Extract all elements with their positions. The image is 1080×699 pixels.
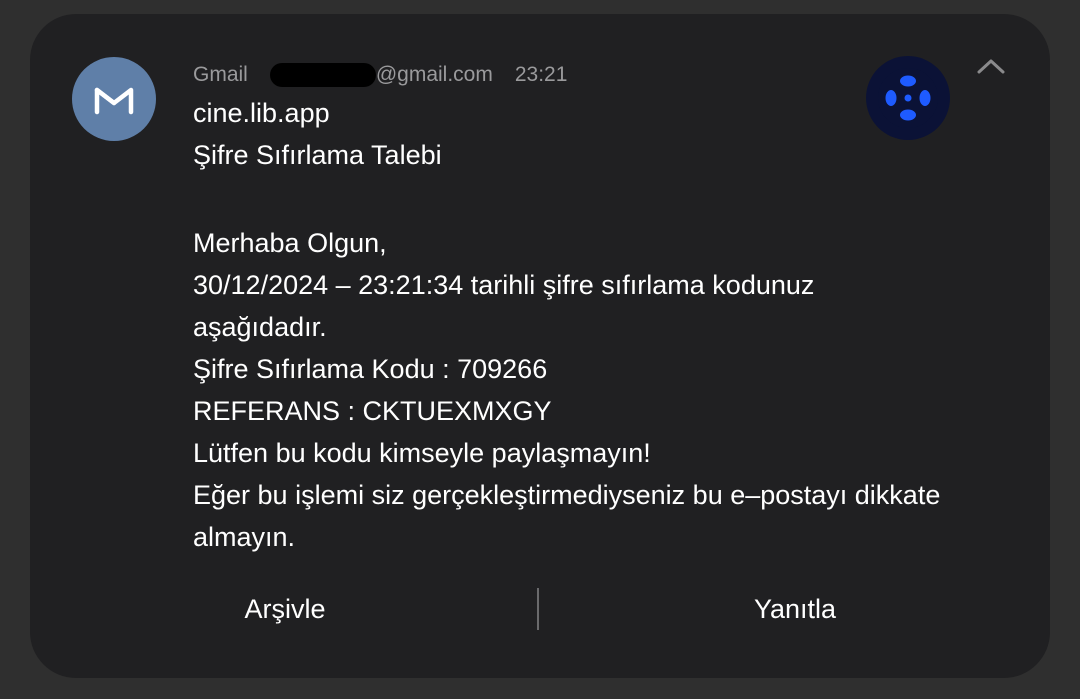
collapse-button[interactable] [973, 54, 1009, 78]
body-line: aşağıdadır. [193, 312, 327, 342]
body-line: Eğer bu işlemi siz gerçekleştirmediyseni… [193, 480, 941, 510]
actions-divider [537, 588, 539, 630]
app-name: Gmail [193, 63, 248, 86]
redacted-email-local-part [269, 63, 376, 87]
film-reel-icon [878, 68, 938, 128]
email-body: Merhaba Olgun, 30/12/2024 – 23:21:34 tar… [193, 222, 1013, 558]
notification-card[interactable]: Gmail @gmail.com 23:21 cine.lib.app Şifr… [30, 14, 1050, 678]
body-line: almayın. [193, 522, 296, 552]
notification-meta: Gmail @gmail.com 23:21 [193, 62, 567, 88]
reply-button[interactable]: Yanıtla [670, 582, 920, 636]
sender-name: cine.lib.app [193, 98, 330, 128]
account-email: @gmail.com [375, 63, 493, 86]
cine-lib-app-icon [866, 56, 950, 140]
notification-actions: Arşivle Yanıtla [30, 582, 1050, 636]
email-subject: Şifre Sıfırlama Talebi [193, 140, 442, 170]
archive-button[interactable]: Arşivle [160, 582, 410, 636]
body-line: Şifre Sıfırlama Kodu : 709266 [193, 354, 548, 384]
body-line: Merhaba Olgun, [193, 228, 387, 258]
chevron-up-icon [977, 59, 1005, 74]
notification-time: 23:21 [514, 63, 568, 86]
gmail-avatar [72, 57, 156, 141]
body-line: 30/12/2024 – 23:21:34 tarihli şifre sıfı… [193, 270, 815, 300]
body-line: REFERANS : CKTUEXMXGY [193, 396, 552, 426]
gmail-m-icon [94, 87, 134, 115]
body-line: Lütfen bu kodu kimseyle paylaşmayın! [193, 438, 651, 468]
